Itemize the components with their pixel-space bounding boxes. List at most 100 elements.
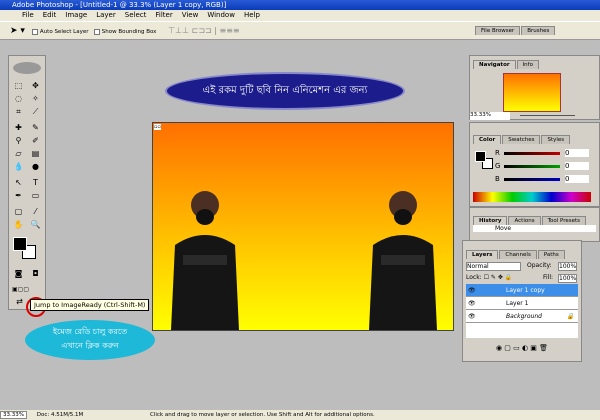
history-brush-icon[interactable]: ✐	[29, 135, 42, 146]
clone-stamp-icon[interactable]: ⚲	[12, 135, 25, 146]
crop-tool-icon[interactable]: ⌗	[12, 106, 25, 117]
navigator-thumbnail	[503, 73, 561, 112]
foreground-swatch[interactable]	[475, 151, 486, 162]
eyedropper-icon[interactable]: ⁄	[29, 206, 42, 217]
tab-actions[interactable]: Actions	[508, 216, 541, 225]
path-select-icon[interactable]: ↖	[12, 177, 25, 188]
channel-value[interactable]: 0	[565, 162, 589, 170]
menu-layer[interactable]: Layer	[96, 11, 116, 19]
magic-wand-icon[interactable]: ✧	[29, 93, 42, 104]
eye-icon[interactable]: 👁	[468, 310, 476, 323]
lock-label: Lock:	[466, 274, 482, 281]
menu-view[interactable]: View	[182, 11, 199, 19]
tab-color[interactable]: Color	[473, 135, 502, 144]
align-icons[interactable]: ⊤⊥⊥ ⊏⊐⊐ | ≡≡≡	[168, 26, 239, 35]
navigator-zoom-slider[interactable]	[520, 115, 575, 116]
blur-tool-icon[interactable]: 💧	[12, 161, 25, 172]
tab-styles[interactable]: Styles	[541, 135, 571, 144]
palette-well: File Browser Brushes	[475, 26, 556, 35]
color-channel-g: G0	[495, 162, 595, 175]
lock-icon: 🔒	[566, 313, 574, 320]
status-bar: 33.33% Doc: 4.51M/5.1M Click and drag to…	[0, 410, 600, 420]
menu-bar: File Edit Image Layer Select Filter View Window…	[0, 10, 600, 21]
bounding-box-checkbox[interactable]	[93, 28, 100, 35]
menu-image[interactable]: Image	[65, 11, 87, 19]
standard-mode-icon[interactable]: ◙	[12, 268, 25, 279]
annotation-top: এই রকম দুটি ছবি নিন এনিমেশন এর জন্য	[165, 72, 405, 110]
move-tool-icon[interactable]: ➤ ▾	[10, 26, 25, 36]
zoom-tool-icon[interactable]: 🔍	[29, 219, 42, 230]
annotation-bottom: ইমেজ রেডি চালু করতে এখানে ক্লিক করুন	[25, 320, 155, 360]
slice-tool-icon[interactable]: ⟋	[29, 106, 42, 117]
bounding-box-label: Show Bounding Box	[101, 29, 157, 35]
dodge-tool-icon[interactable]: ●	[29, 161, 42, 172]
layer-row[interactable]: 👁 Layer 1 copy	[466, 284, 578, 297]
healing-brush-icon[interactable]: ✚	[12, 122, 25, 133]
opacity-field[interactable]: 100%	[558, 262, 578, 271]
eye-logo-icon	[13, 62, 41, 74]
notes-tool-icon[interactable]: ▢	[12, 206, 25, 217]
channel-value[interactable]: 0	[565, 149, 589, 157]
menu-help[interactable]: Help	[244, 11, 260, 19]
eye-icon[interactable]: 👁	[468, 297, 476, 310]
tab-tool-presets[interactable]: Tool Presets	[541, 216, 587, 225]
gradient-icon[interactable]: ▤	[29, 148, 42, 159]
color-panel: Color Swatches Styles R0 G0 B0	[469, 122, 600, 207]
document-canvas[interactable]: ▫▫	[152, 122, 454, 331]
tab-paths[interactable]: Paths	[537, 250, 565, 259]
status-zoom[interactable]: 33.33%	[0, 411, 27, 419]
tab-channels[interactable]: Channels	[499, 250, 537, 259]
toolbox: ⬚ ✥ ◌ ✧ ⌗ ⟋ ✚ ✎ ⚲ ✐ ▱ ▤ 💧 ● ↖ T ✒ ▭ ▢ ⁄ ✋ 🔍 ◙ ◘ ▣▢▢ …	[8, 55, 46, 310]
tab-file-browser[interactable]: File Browser	[475, 26, 521, 35]
eye-icon[interactable]: 👁	[468, 284, 476, 297]
marquee-tool-icon[interactable]: ⬚	[12, 80, 25, 91]
foreground-color-swatch[interactable]	[13, 237, 27, 251]
opacity-label: Opacity:	[527, 262, 552, 269]
navigator-panel: Navigator Info 33.33%	[469, 55, 600, 120]
tooltip: Jump to ImageReady (Ctrl-Shift-M)	[30, 299, 150, 311]
title-bar: Adobe Photoshop - [Untitled-1 @ 33.3% (L…	[0, 0, 600, 10]
screen-mode-icons[interactable]: ▣▢▢	[12, 284, 29, 295]
fill-field[interactable]: 100%	[558, 274, 578, 283]
menu-filter[interactable]: Filter	[155, 11, 172, 19]
menu-window[interactable]: Window	[207, 11, 235, 19]
auto-select-checkbox[interactable]	[31, 28, 38, 35]
shape-tool-icon[interactable]: ▭	[29, 190, 42, 201]
menu-edit[interactable]: Edit	[43, 11, 57, 19]
color-channel-b: B0	[495, 175, 595, 188]
navigator-zoom-field[interactable]: 33.33%	[470, 112, 510, 120]
tab-swatches[interactable]: Swatches	[502, 135, 541, 144]
channel-label: G	[495, 162, 501, 170]
channel-slider[interactable]	[504, 152, 560, 155]
jump-to-imageready-icon[interactable]: ⇄	[13, 296, 26, 307]
pen-tool-icon[interactable]: ✒	[12, 190, 25, 201]
layer-actions[interactable]: ◉ ▢ ▭ ◐ ▣ 🗑	[463, 344, 581, 352]
eraser-icon[interactable]: ▱	[12, 148, 25, 159]
tab-history[interactable]: History	[473, 216, 508, 225]
layer-row[interactable]: 👁 Background 🔒	[466, 310, 578, 323]
layer-name: Layer 1	[506, 300, 529, 307]
menu-file[interactable]: File	[22, 11, 34, 19]
auto-select-label: Auto Select Layer	[39, 29, 89, 35]
blend-mode-select[interactable]: Normal	[466, 262, 521, 271]
move-tool-icon[interactable]: ✥	[29, 80, 42, 91]
channel-slider[interactable]	[504, 178, 560, 181]
tab-info[interactable]: Info	[516, 60, 539, 69]
menu-select[interactable]: Select	[125, 11, 147, 19]
tab-brushes[interactable]: Brushes	[521, 26, 556, 35]
hand-tool-icon[interactable]: ✋	[12, 219, 25, 230]
tab-layers[interactable]: Layers	[466, 250, 499, 259]
tab-navigator[interactable]: Navigator	[473, 60, 516, 69]
lock-icons[interactable]: ☐ ✎ ✥ 🔒	[484, 274, 513, 281]
layer-row[interactable]: 👁 Layer 1	[466, 297, 578, 310]
type-tool-icon[interactable]: T	[29, 177, 42, 188]
quick-mask-icon[interactable]: ◘	[29, 268, 42, 279]
history-item[interactable]: Move	[473, 225, 596, 232]
channel-label: R	[495, 149, 500, 157]
annotation-bottom-line2: এখানে ক্লিক করুন	[61, 341, 119, 350]
color-ramp[interactable]	[473, 192, 591, 202]
channel-value[interactable]: 0	[565, 175, 589, 183]
channel-slider[interactable]	[504, 165, 560, 168]
brush-tool-icon[interactable]: ✎	[29, 122, 42, 133]
lasso-tool-icon[interactable]: ◌	[12, 93, 25, 104]
